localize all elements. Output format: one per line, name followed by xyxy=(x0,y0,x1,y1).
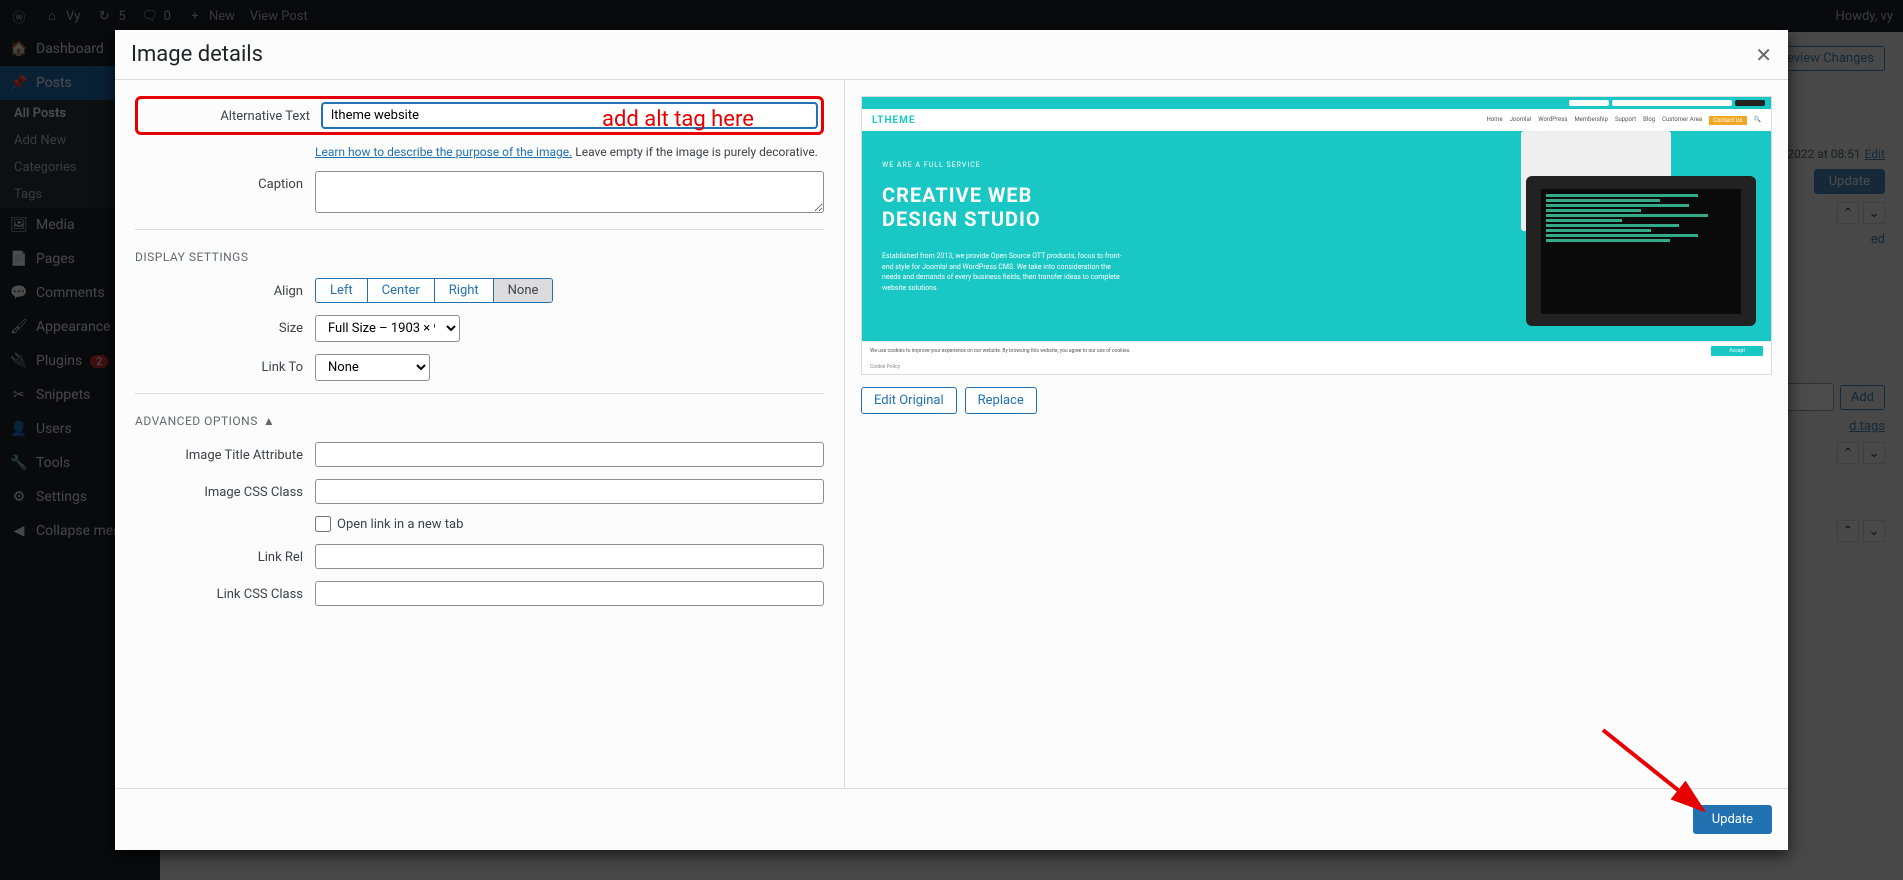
advanced-options-heading[interactable]: ADVANCED OPTIONS▲ xyxy=(135,414,824,428)
align-right-button[interactable]: Right xyxy=(435,279,494,302)
preview-cookie-text: We use cookies to improve your experienc… xyxy=(870,348,1131,354)
replace-button[interactable]: Replace xyxy=(965,387,1037,414)
alt-text-label: Alternative Text xyxy=(142,103,322,124)
preview-paragraph: Established from 2013, we provide Open S… xyxy=(882,251,1122,293)
css-class-input[interactable] xyxy=(315,479,824,504)
link-rel-label: Link Rel xyxy=(135,544,315,565)
alt-text-input[interactable] xyxy=(322,103,817,128)
size-label: Size xyxy=(135,315,315,336)
align-left-button[interactable]: Left xyxy=(316,279,368,302)
update-button[interactable]: Update xyxy=(1693,805,1772,834)
css-class-label: Image CSS Class xyxy=(135,479,315,500)
preview-cookiepolicy: Cookie Policy xyxy=(862,360,1771,374)
close-icon[interactable]: ✕ xyxy=(1755,43,1772,67)
preview-nav-links: HomeJoomla!WordPressMembershipSupportBlo… xyxy=(1486,116,1761,125)
title-attr-label: Image Title Attribute xyxy=(135,442,315,463)
caption-input[interactable] xyxy=(315,171,824,213)
alt-text-highlight: Alternative Text add alt tag here xyxy=(135,96,824,135)
alt-help-link[interactable]: Learn how to describe the purpose of the… xyxy=(315,145,572,159)
link-css-input[interactable] xyxy=(315,581,824,606)
open-new-tab-checkbox[interactable] xyxy=(315,516,331,532)
image-details-modal: Image details ✕ Alternative Text add alt… xyxy=(115,30,1788,850)
align-none-button[interactable]: None xyxy=(494,279,553,302)
link-rel-input[interactable] xyxy=(315,544,824,569)
preview-tagline: WE ARE A FULL SERVICE xyxy=(882,161,1491,169)
chevron-up-icon: ▲ xyxy=(263,414,275,428)
modal-title: Image details xyxy=(131,42,263,67)
align-label: Align xyxy=(135,278,315,299)
caption-label: Caption xyxy=(135,171,315,192)
edit-original-button[interactable]: Edit Original xyxy=(861,387,957,414)
preview-accept-button: Accept xyxy=(1711,346,1763,356)
size-select[interactable]: Full Size – 1903 × 937 xyxy=(315,315,460,342)
linkto-select[interactable]: None xyxy=(315,354,430,381)
preview-heading-1: CREATIVE WEB xyxy=(882,183,1491,207)
title-attr-input[interactable] xyxy=(315,442,824,467)
preview-logo: LTHEME xyxy=(872,115,916,126)
linkto-label: Link To xyxy=(135,354,315,375)
alt-help-text: Leave empty if the image is purely decor… xyxy=(572,145,818,159)
display-settings-heading: DISPLAY SETTINGS xyxy=(135,250,824,264)
link-css-label: Link CSS Class xyxy=(135,581,315,602)
align-center-button[interactable]: Center xyxy=(368,279,435,302)
open-new-tab-label: Open link in a new tab xyxy=(337,517,463,532)
preview-heading-2: DESIGN STUDIO xyxy=(882,207,1491,231)
image-preview: LTHEME HomeJoomla!WordPressMembershipSup… xyxy=(861,96,1772,375)
